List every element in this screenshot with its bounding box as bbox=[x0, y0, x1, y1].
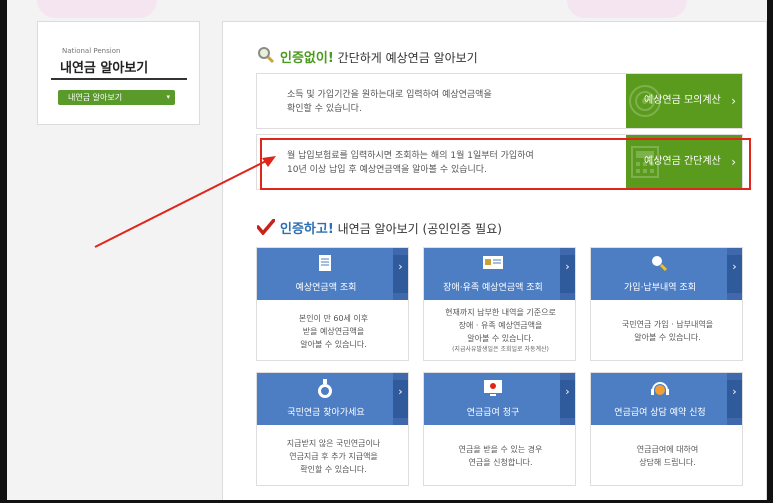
annotation-arrow bbox=[94, 156, 276, 248]
